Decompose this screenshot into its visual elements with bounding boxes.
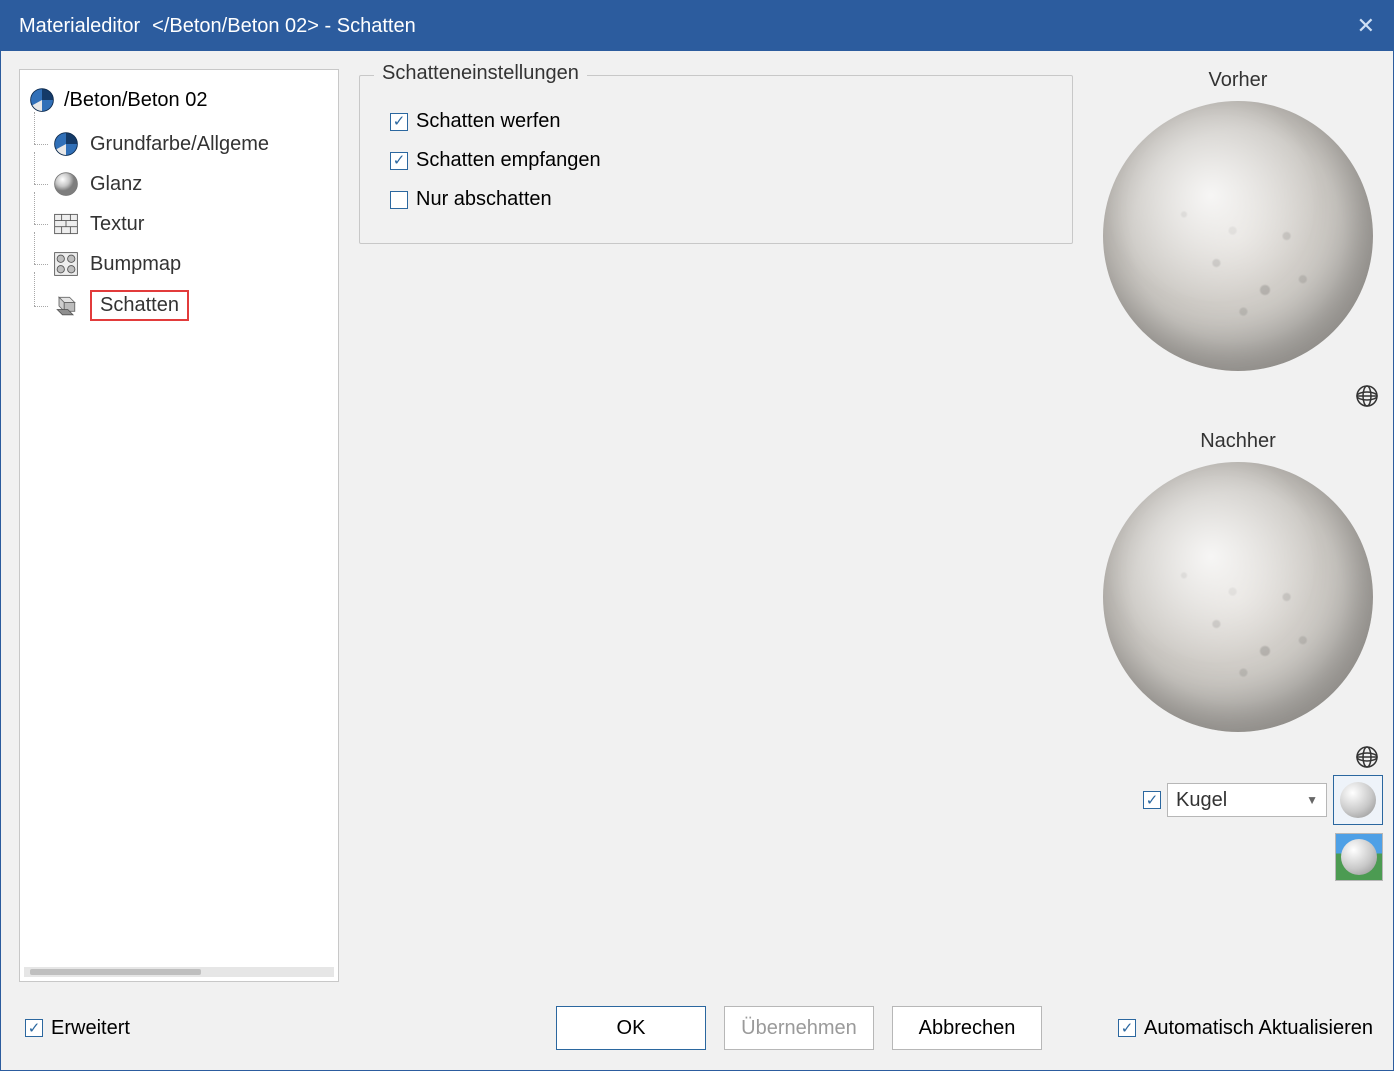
checkbox-preview-shape[interactable]	[1143, 791, 1161, 809]
preview-scene-button[interactable]	[1335, 833, 1383, 881]
cancel-button[interactable]: Abbrechen	[892, 1006, 1042, 1050]
titlebar: Materialeditor </Beton/Beton 02> - Schat…	[1, 1, 1393, 51]
preview-shape-sphere-button[interactable]	[1333, 775, 1383, 825]
preview-after-label: Nachher	[1200, 430, 1276, 457]
tree-item-label: Glanz	[90, 173, 142, 196]
ok-button[interactable]: OK	[556, 1006, 706, 1050]
pie-icon	[52, 130, 80, 158]
row-cast-shadow: Schatten werfen	[390, 102, 1042, 141]
preview-shape-select[interactable]: Kugel ▼	[1167, 783, 1327, 817]
row-only-shadow: Nur abschatten	[390, 180, 1042, 219]
preview-before-label: Vorher	[1209, 69, 1268, 96]
titlebar-app: Materialeditor	[19, 15, 140, 38]
preview-sphere-before	[1103, 101, 1373, 371]
tree-root[interactable]: /Beton/Beton 02	[28, 84, 330, 124]
chevron-down-icon: ▼	[1306, 793, 1318, 807]
tree-pane: /Beton/Beton 02 Grundfarbe/Allgeme	[19, 69, 339, 982]
sphere-icon	[1341, 839, 1377, 875]
row-receive-shadow: Schatten empfangen	[390, 141, 1042, 180]
checkbox-label: Schatten empfangen	[416, 149, 601, 172]
tree-item-label: Grundfarbe/Allgeme	[90, 133, 269, 156]
checkbox-label: Schatten werfen	[416, 110, 561, 133]
apply-button[interactable]: Übernehmen	[724, 1006, 874, 1050]
checkbox-receive-shadow[interactable]	[390, 152, 408, 170]
tree-children: Grundfarbe/Allgeme Glanz	[52, 124, 330, 327]
shadow-settings-group: Schatteneinstellungen Schatten werfen Sc…	[359, 75, 1073, 244]
group-title: Schatteneinstellungen	[374, 62, 587, 85]
cubes-icon	[52, 292, 80, 320]
erweitert-label: Erweitert	[51, 1017, 130, 1040]
checkbox-erweitert[interactable]	[25, 1019, 43, 1037]
titlebar-path: </Beton/Beton 02> - Schatten	[152, 15, 416, 38]
tree-h-scrollbar[interactable]	[24, 967, 334, 977]
preview-after	[1098, 457, 1378, 737]
preview-sphere-after	[1103, 462, 1373, 732]
checkbox-cast-shadow[interactable]	[390, 113, 408, 131]
tree-item-glanz[interactable]: Glanz	[52, 164, 330, 204]
close-icon[interactable]: ✕	[1357, 13, 1375, 39]
brick-icon	[52, 210, 80, 238]
preview-column: Vorher Nachher	[1093, 69, 1383, 982]
ball-icon	[52, 170, 80, 198]
tree-item-label: Schatten	[90, 290, 189, 321]
sphere-icon	[1340, 782, 1376, 818]
checkbox-only-shadow[interactable]	[390, 191, 408, 209]
checkbox-auto-update[interactable]	[1118, 1019, 1136, 1037]
checkbox-label: Nur abschatten	[416, 188, 552, 211]
bottom-bar: Erweitert OK Übernehmen Abbrechen Automa…	[1, 992, 1393, 1070]
tree-item-schatten[interactable]: Schatten	[52, 284, 330, 327]
content-area: /Beton/Beton 02 Grundfarbe/Allgeme	[1, 51, 1393, 992]
material-editor-window: Materialeditor </Beton/Beton 02> - Schat…	[0, 0, 1394, 1071]
tree-item-label: Bumpmap	[90, 253, 181, 276]
preview-shape-row: Kugel ▼	[1143, 775, 1383, 825]
globe-icon[interactable]	[1353, 743, 1381, 771]
pie-icon	[28, 86, 56, 114]
settings-pane: Schatteneinstellungen Schatten werfen Sc…	[359, 69, 1073, 982]
tree-item-grundfarbe[interactable]: Grundfarbe/Allgeme	[52, 124, 330, 164]
preview-before	[1098, 96, 1378, 376]
tree-item-label: Textur	[90, 213, 144, 236]
select-value: Kugel	[1176, 789, 1227, 812]
auto-update-label: Automatisch Aktualisieren	[1144, 1017, 1373, 1040]
tree-item-textur[interactable]: Textur	[52, 204, 330, 244]
bump-icon	[52, 250, 80, 278]
tree-root-label: /Beton/Beton 02	[64, 89, 207, 112]
tree-item-bumpmap[interactable]: Bumpmap	[52, 244, 330, 284]
globe-icon[interactable]	[1353, 382, 1381, 410]
scrollbar-thumb[interactable]	[30, 969, 201, 975]
